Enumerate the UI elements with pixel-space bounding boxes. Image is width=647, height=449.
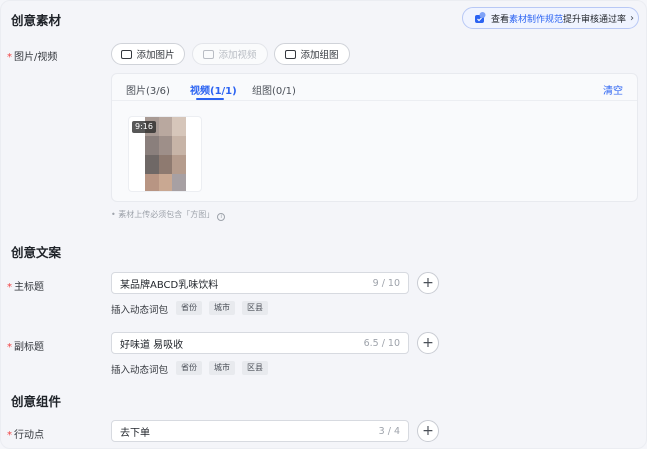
- sub-title-count: 6.5 / 10: [363, 337, 400, 349]
- action-label-text: 行动点: [14, 430, 44, 441]
- keyword-tag-city[interactable]: 城市: [209, 361, 235, 375]
- plus-icon: +: [422, 275, 434, 291]
- tab-videos[interactable]: 视频(1/1): [190, 82, 237, 97]
- sub-title-label: * 副标题: [7, 338, 44, 353]
- main-title-label-text: 主标题: [14, 282, 44, 293]
- tab-groups[interactable]: 组图(0/1): [252, 82, 296, 97]
- guide-link[interactable]: 素材制作规范: [509, 12, 563, 25]
- keyword-tag-province[interactable]: 省份: [176, 361, 202, 375]
- section-title-copy: 创意文案: [11, 245, 62, 260]
- action-label: * 行动点: [7, 426, 44, 441]
- add-image-button[interactable]: 添加图片: [111, 43, 185, 65]
- upload-hint: • 素材上传必须包含「方图」 i: [111, 209, 226, 221]
- tab-divider: [112, 100, 637, 101]
- add-action-button[interactable]: +: [417, 420, 439, 442]
- video-thumbnail[interactable]: 9:16: [128, 116, 202, 192]
- required-mark: *: [7, 52, 12, 63]
- clear-button[interactable]: 清空: [603, 82, 623, 97]
- keyword-tag-city[interactable]: 城市: [209, 301, 235, 315]
- creative-panel: 创意素材 查看 素材制作规范 提升审核通过率 › * 图片/视频 添加图片 添加视…: [0, 0, 647, 449]
- add-group-label: 添加组图: [300, 50, 339, 61]
- video-icon: [203, 49, 215, 59]
- chevron-right-icon: ›: [630, 12, 635, 24]
- add-video-label: 添加视频: [218, 50, 257, 61]
- required-mark: *: [7, 430, 12, 441]
- keyword-tag-province[interactable]: 省份: [176, 301, 202, 315]
- info-icon[interactable]: i: [217, 213, 226, 221]
- action-input[interactable]: 去下单 3 / 4: [111, 420, 409, 442]
- guide-link-pill[interactable]: 查看 素材制作规范 提升审核通过率 ›: [462, 7, 639, 29]
- keyword-tag-district[interactable]: 区县: [242, 361, 268, 375]
- media-label-text: 图片/视频: [14, 52, 58, 63]
- action-value: 去下单: [120, 427, 150, 439]
- add-main-title-button[interactable]: +: [417, 272, 439, 294]
- guide-suffix: 提升审核通过率: [563, 14, 627, 25]
- folder-icon: [285, 49, 297, 59]
- keyword-pack-label-1: 插入动态词包: [111, 305, 169, 316]
- guide-icon: [473, 11, 487, 25]
- video-duration-badge: 9:16: [132, 121, 156, 133]
- main-title-count: 9 / 10: [372, 277, 400, 289]
- keyword-pack-label-2: 插入动态词包: [111, 365, 169, 376]
- guide-prefix: 查看: [491, 14, 510, 25]
- add-group-button[interactable]: 添加组图: [274, 43, 350, 65]
- upload-hint-text: 素材上传必须包含「方图」: [118, 210, 215, 219]
- action-count: 3 / 4: [378, 425, 400, 437]
- main-title-value: 某品牌ABCD乳味饮料: [120, 279, 219, 291]
- sub-title-label-text: 副标题: [14, 342, 44, 353]
- plus-icon: +: [422, 335, 434, 351]
- add-sub-title-button[interactable]: +: [417, 332, 439, 354]
- main-title-input[interactable]: 某品牌ABCD乳味饮料 9 / 10: [111, 272, 409, 294]
- main-title-label: * 主标题: [7, 278, 44, 293]
- keyword-tag-district[interactable]: 区县: [242, 301, 268, 315]
- section-title-material: 创意素材: [11, 13, 62, 28]
- section-title-component: 创意组件: [11, 394, 62, 409]
- required-mark: *: [7, 342, 12, 353]
- add-video-button[interactable]: 添加视频: [192, 43, 268, 65]
- plus-icon: +: [422, 423, 434, 439]
- media-field-label: * 图片/视频: [7, 48, 57, 63]
- sub-title-input[interactable]: 好味道 易吸收 6.5 / 10: [111, 332, 409, 354]
- tab-images[interactable]: 图片(3/6): [126, 82, 170, 97]
- media-box: 图片(3/6) 视频(1/1) 组图(0/1) 清空 9:16: [111, 73, 638, 202]
- image-icon: [121, 49, 133, 59]
- required-mark: *: [7, 282, 12, 293]
- sub-title-value: 好味道 易吸收: [120, 339, 184, 351]
- add-image-label: 添加图片: [136, 50, 175, 61]
